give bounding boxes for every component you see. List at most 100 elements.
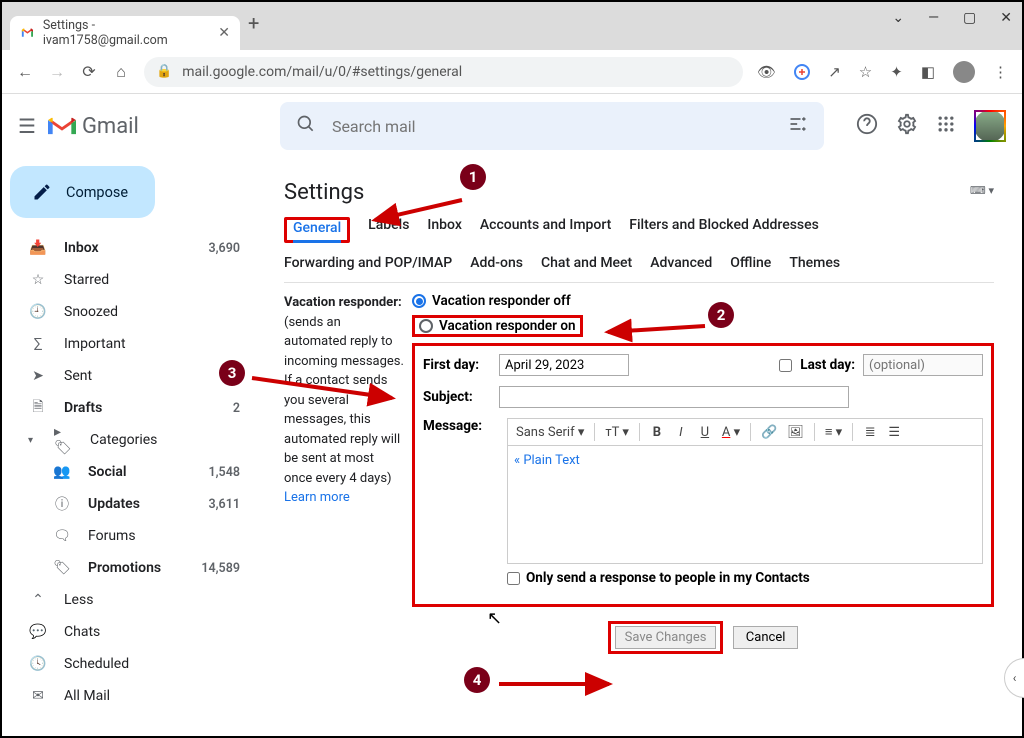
bookmark-icon[interactable]: ☆ [859, 63, 872, 81]
vacation-on-radio[interactable]: Vacation responder on [412, 315, 583, 337]
learn-more-link[interactable]: Learn more [284, 490, 350, 505]
sidebar-item-social[interactable]: 👥Social1,548 [10, 456, 250, 488]
italic-icon[interactable]: I [674, 425, 688, 440]
sidebar-item-less[interactable]: ⌃Less [10, 584, 250, 616]
sidebar: Compose 📥Inbox3,690☆Starred🕘Snoozed∑Impo… [2, 158, 258, 736]
sidebar-item-all-mail[interactable]: ✉All Mail [10, 680, 250, 712]
sidebar-item-categories[interactable]: ▾▸🏷Categories [10, 424, 250, 456]
main-menu-icon[interactable]: ☰ [18, 114, 36, 138]
numbered-list-icon[interactable]: ≣ [863, 425, 877, 440]
eye-icon[interactable]: 👁 [757, 63, 776, 81]
sidebar-item-sent[interactable]: ➤Sent [10, 360, 250, 392]
align-icon[interactable]: ≡ ▾ [825, 424, 842, 440]
message-label: Message: [423, 418, 491, 434]
sidebar-item-forums[interactable]: 🗨Forums [10, 520, 250, 552]
new-tab-button[interactable]: + [248, 11, 259, 35]
sidebar-icon: 👥 [52, 464, 72, 480]
settings-tab-advanced[interactable]: Advanced [650, 255, 712, 271]
forward-icon: → [48, 63, 66, 81]
cancel-button[interactable]: Cancel [733, 626, 799, 649]
close-window-icon[interactable]: ✕ [1000, 10, 1012, 26]
search-icon[interactable] [296, 114, 316, 139]
message-textarea[interactable]: « Plain Text [507, 446, 983, 564]
sidebar-item-important[interactable]: ∑Important [10, 328, 250, 360]
annotation-4: 4 [464, 667, 490, 693]
annotation-3-arrow [247, 370, 397, 414]
sidebar-icon: 🗨 [52, 528, 72, 544]
share-icon[interactable]: ↗ [828, 63, 841, 81]
vacation-off-radio[interactable]: Vacation responder off [412, 293, 994, 309]
search-input[interactable] [332, 117, 772, 136]
more-icon[interactable]: ⋮ [993, 63, 1008, 81]
google-icon[interactable] [794, 64, 810, 80]
sidebar-icon: ⓘ [52, 494, 72, 514]
reload-icon[interactable]: ⟳ [80, 63, 98, 81]
sidebar-icon: ➤ [28, 368, 48, 384]
sidebar-item-snoozed[interactable]: 🕘Snoozed [10, 296, 250, 328]
close-tab-icon[interactable]: ✕ [218, 25, 230, 41]
sidebar-icon: 🏷 [52, 560, 72, 576]
browser-tab[interactable]: Settings - ivam1758@gmail.com ✕ [10, 16, 240, 50]
bold-icon[interactable]: B [650, 425, 664, 440]
address-bar[interactable]: 🔒 mail.google.com/mail/u/0/#settings/gen… [144, 57, 743, 87]
settings-gear-icon[interactable] [896, 113, 918, 140]
input-tool-indicator[interactable]: ⌨ ▾ [970, 184, 994, 197]
sidebar-icon: 💬 [28, 624, 48, 640]
first-day-input[interactable] [499, 354, 629, 376]
reading-list-icon[interactable]: ◧ [921, 63, 935, 81]
settings-tab-accounts-and-import[interactable]: Accounts and Import [480, 217, 611, 243]
search-options-icon[interactable] [788, 114, 808, 139]
compose-button[interactable]: Compose [10, 166, 155, 218]
plain-text-link[interactable]: « Plain Text [514, 453, 580, 468]
settings-tab-chat-and-meet[interactable]: Chat and Meet [541, 255, 632, 271]
font-size-icon[interactable]: тT ▾ [605, 425, 629, 440]
compose-label: Compose [66, 184, 128, 201]
last-day-checkbox[interactable] [779, 359, 792, 372]
sidebar-icon: 🕘 [28, 304, 48, 320]
annotation-1: 1 [460, 164, 486, 190]
message-toolbar: Sans Serif ▾ тT ▾ B I U A ▾ 🔗 [507, 418, 983, 446]
gmail-logo[interactable]: Gmail [48, 114, 268, 139]
subject-input[interactable] [499, 386, 849, 408]
sidebar-item-starred[interactable]: ☆Starred [10, 264, 250, 296]
sidebar-item-chats[interactable]: 💬Chats [10, 616, 250, 648]
settings-tab-forwarding-and-pop-imap[interactable]: Forwarding and POP/IMAP [284, 255, 452, 271]
home-icon[interactable]: ⌂ [112, 63, 130, 81]
browser-titlebar: Settings - ivam1758@gmail.com ✕ + ⌄ ― ▢ … [2, 2, 1022, 50]
back-icon[interactable]: ← [16, 63, 34, 81]
settings-tab-filters-and-blocked-addresses[interactable]: Filters and Blocked Addresses [629, 217, 819, 243]
minimize-icon[interactable]: ― [928, 10, 939, 26]
search-bar[interactable] [280, 102, 824, 150]
settings-tab-add-ons[interactable]: Add-ons [470, 255, 523, 271]
text-color-icon[interactable]: A ▾ [722, 425, 740, 440]
sidebar-item-scheduled[interactable]: 🕓Scheduled [10, 648, 250, 680]
maximize-icon[interactable]: ▢ [963, 10, 976, 26]
vacation-form: First day: Last day: Subject: M [412, 343, 994, 607]
settings-tab-general[interactable]: General [293, 220, 341, 243]
bulleted-list-icon[interactable]: ☰ [887, 425, 901, 440]
image-icon[interactable]: 🖼 [787, 425, 804, 440]
sidebar-item-updates[interactable]: ⓘUpdates3,611 [10, 488, 250, 520]
font-family-select[interactable]: Sans Serif ▾ [516, 425, 584, 440]
gmail-logo-text: Gmail [82, 114, 139, 139]
profile-icon[interactable] [953, 61, 975, 83]
sidebar-icon: 🗎 [28, 396, 48, 420]
sidebar-item-drafts[interactable]: 🗎Drafts2 [10, 392, 250, 424]
help-icon[interactable] [856, 113, 878, 140]
annotation-3: 3 [219, 360, 245, 386]
lock-icon: 🔒 [156, 64, 172, 79]
settings-tab-offline[interactable]: Offline [730, 255, 771, 271]
apps-grid-icon[interactable] [936, 114, 956, 139]
underline-icon[interactable]: U [698, 425, 712, 440]
save-changes-button[interactable]: Save Changes [615, 626, 717, 649]
sidebar-item-inbox[interactable]: 📥Inbox3,690 [10, 232, 250, 264]
extensions-icon[interactable]: ✦ [890, 63, 903, 81]
account-avatar[interactable] [974, 110, 1006, 142]
contacts-only-checkbox[interactable] [507, 572, 520, 585]
window-drop-icon[interactable]: ⌄ [892, 10, 904, 26]
sidebar-item-promotions[interactable]: 🏷Promotions14,589 [10, 552, 250, 584]
gmail-m-icon [48, 115, 76, 137]
url-text: mail.google.com/mail/u/0/#settings/gener… [182, 64, 462, 80]
link-icon[interactable]: 🔗 [761, 425, 777, 440]
settings-tab-themes[interactable]: Themes [789, 255, 840, 271]
